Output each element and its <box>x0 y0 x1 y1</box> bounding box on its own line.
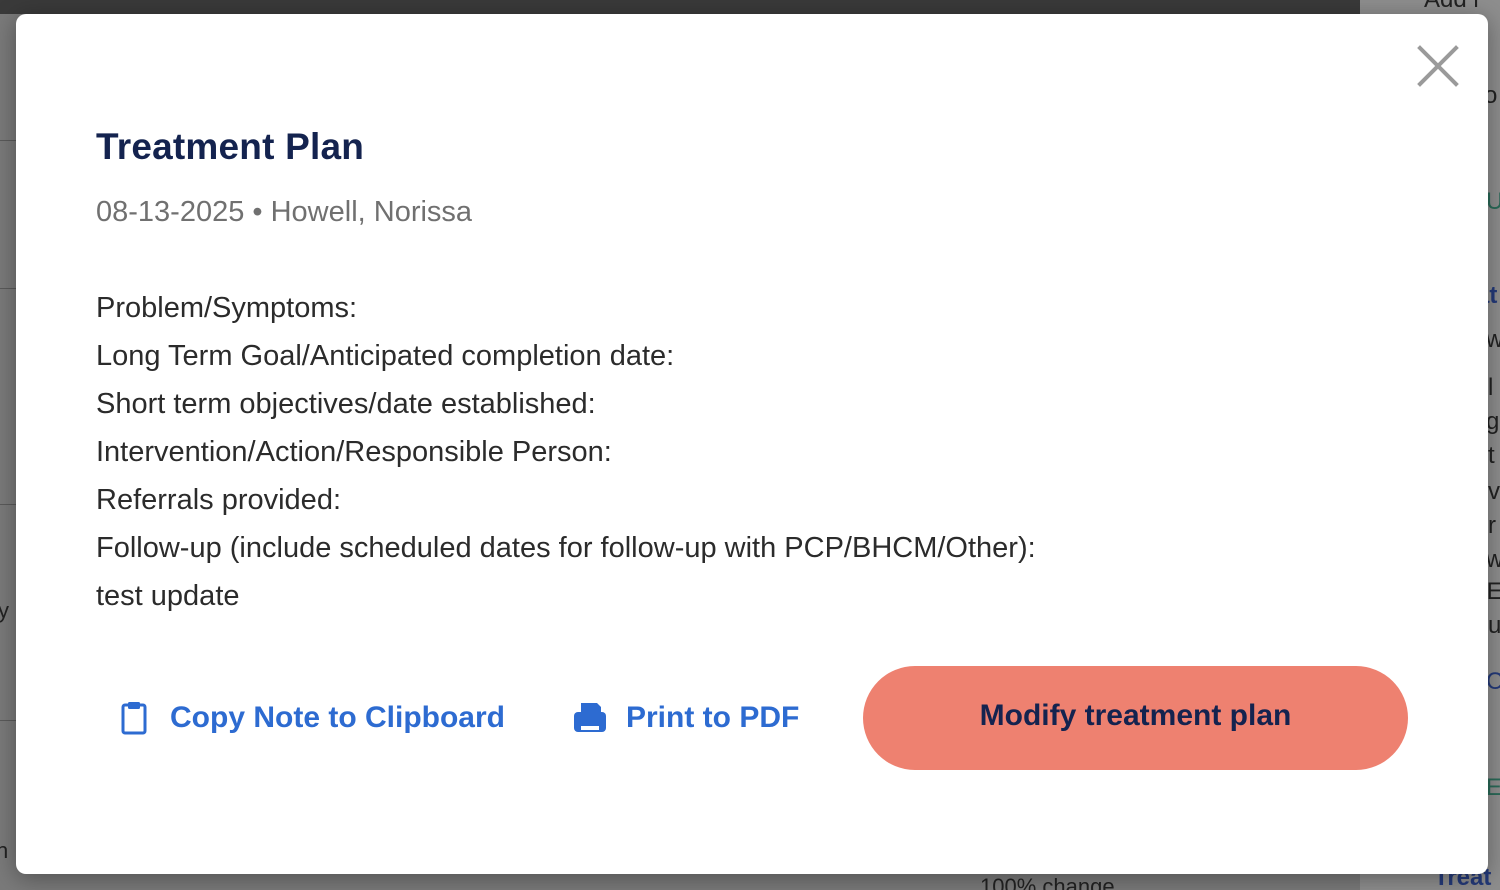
background-text-fragment: r <box>1488 512 1496 539</box>
background-top-bar <box>0 0 1360 14</box>
print-pdf-button[interactable]: Print to PDF <box>572 666 799 770</box>
background-text-fragment: 100% change <box>980 874 1115 890</box>
note-line: Intervention/Action/Responsible Person: <box>96 436 612 468</box>
modify-treatment-plan-button[interactable]: Modify treatment plan <box>863 666 1408 770</box>
print-pdf-label: Print to PDF <box>626 701 800 734</box>
background-text-fragment: U <box>1486 188 1500 215</box>
background-text-fragment: n <box>0 838 9 863</box>
close-icon <box>1417 45 1459 87</box>
note-line: Short term objectives/date established: <box>96 388 596 420</box>
note-line: Problem/Symptoms: <box>96 292 358 324</box>
modal-title: Treatment Plan <box>96 126 365 167</box>
background-divider <box>0 504 16 505</box>
note-body: Problem/Symptoms: Long Term Goal/Anticip… <box>96 284 1296 620</box>
background-text-fragment: w <box>1486 546 1500 573</box>
background-text-fragment: Add l <box>1424 0 1479 14</box>
background-text-fragment: y <box>0 598 9 623</box>
background-divider <box>0 288 16 289</box>
treatment-plan-modal: Treatment Plan 08-13-2025 • Howell, Nori… <box>16 14 1488 874</box>
copy-note-button[interactable]: Copy Note to Clipboard <box>116 666 505 770</box>
background-text-fragment: g <box>1486 408 1500 435</box>
clipboard-icon <box>116 700 152 736</box>
modal-actions: Copy Note to Clipboard Print to PDF Modi… <box>96 666 1408 770</box>
note-line: Follow-up (include scheduled dates for f… <box>96 532 1036 564</box>
background-text-fragment: t <box>1488 442 1495 469</box>
background-text-fragment: v <box>1488 478 1500 505</box>
background-text-fragment: C <box>1486 668 1500 695</box>
note-line: Long Term Goal/Anticipated completion da… <box>96 340 675 372</box>
close-button[interactable] <box>1416 44 1460 88</box>
background-text-fragment: l <box>1488 374 1494 401</box>
note-line: Referrals provided: <box>96 484 341 516</box>
background-divider <box>0 720 16 721</box>
background-divider <box>0 140 16 141</box>
background-text-fragment: E <box>1486 774 1500 801</box>
background-text-fragment: u <box>1488 612 1500 639</box>
note-date-author: 08-13-2025 • Howell, Norissa <box>96 196 473 228</box>
background-text-fragment: w <box>1486 326 1500 353</box>
copy-note-label: Copy Note to Clipboard <box>170 701 505 734</box>
printer-icon <box>572 700 608 736</box>
note-line: test update <box>96 580 240 612</box>
